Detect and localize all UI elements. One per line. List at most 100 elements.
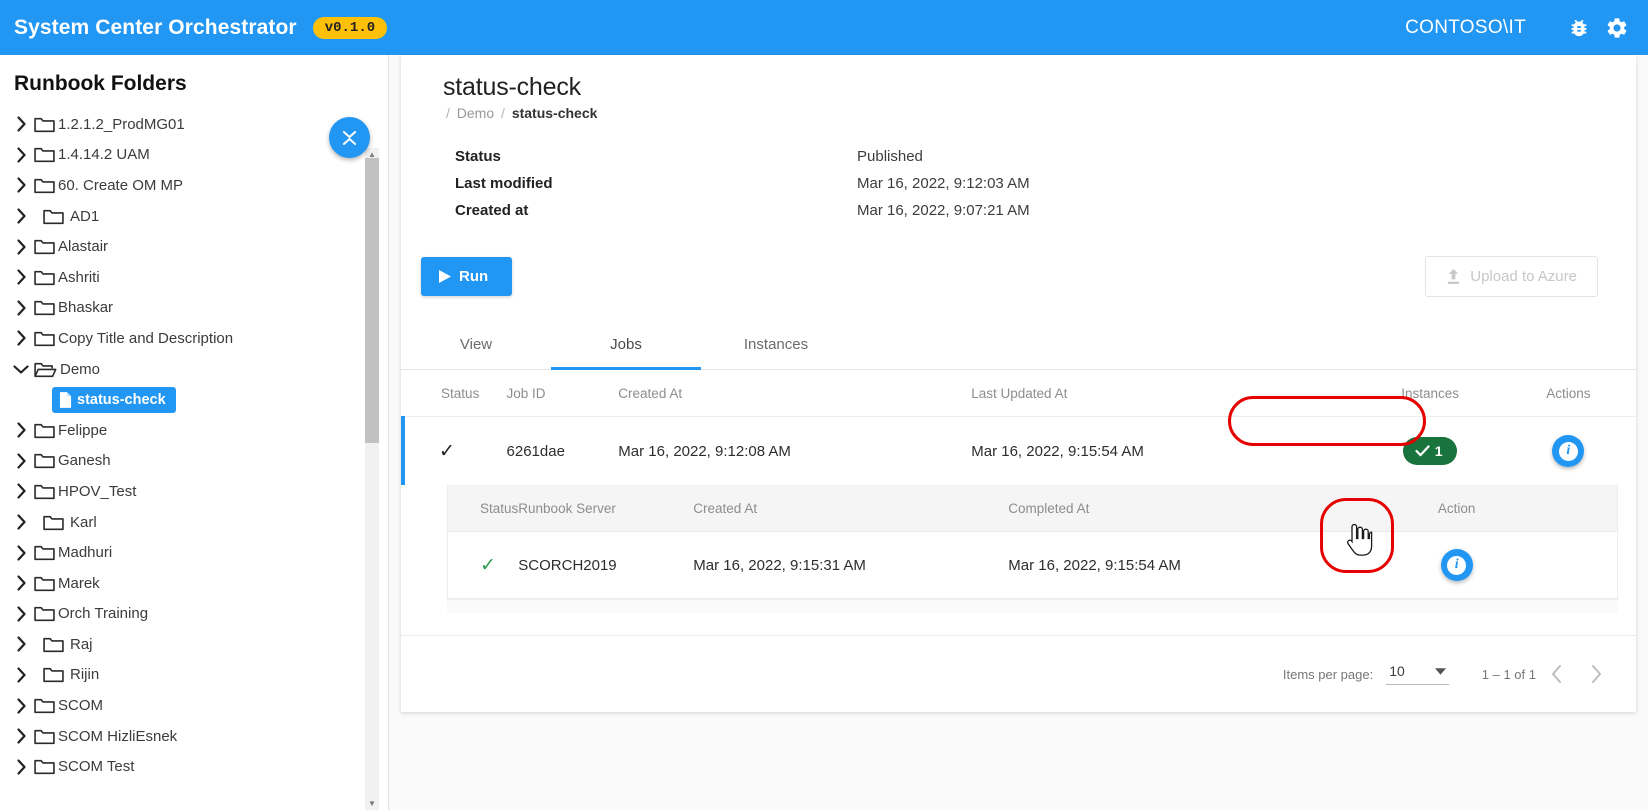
expand-toggle-closed[interactable] [8, 667, 34, 683]
folder-icon [34, 116, 55, 133]
chevron-down-icon [13, 364, 29, 375]
sidebar-item-hpov-test[interactable]: HPOV_Test [0, 476, 372, 507]
chevron-right-icon [16, 177, 27, 193]
upload-to-azure-button[interactable]: Upload to Azure [1425, 256, 1598, 297]
gear-icon[interactable] [1604, 15, 1630, 41]
run-button[interactable]: Run [421, 257, 512, 296]
expand-toggle-closed[interactable] [8, 239, 34, 255]
column-header: Job ID [507, 370, 619, 417]
expand-toggle-closed[interactable] [8, 422, 34, 438]
expand-toggle-closed[interactable] [8, 453, 34, 469]
folder-icon [34, 728, 55, 745]
sidebar-item-demo[interactable]: Demo [0, 354, 372, 385]
table-row[interactable]: ✓ SCORCH2019 Mar 16, 2022, 9:15:31 AM Ma… [448, 532, 1618, 599]
folder-open-icon [34, 361, 57, 378]
chevron-right-icon [16, 147, 27, 163]
folder-icon [34, 238, 55, 255]
metadata-key: Status [455, 148, 857, 165]
chevron-right-icon [16, 545, 27, 561]
sidebar-item-status-check[interactable]: status-check [0, 384, 372, 415]
previous-page-button[interactable] [1536, 654, 1576, 694]
sidebar-item-ashriti[interactable]: Ashriti [0, 262, 372, 293]
column-header: Created At [693, 486, 1008, 532]
sidebar: Runbook Folders 1.2.1.2_ProdMG011.4.14.2… [0, 55, 389, 810]
expand-toggle-closed[interactable] [8, 208, 34, 224]
expand-toggle-closed[interactable] [8, 575, 34, 591]
sidebar-item-ad1[interactable]: AD1 [0, 201, 372, 232]
expand-toggle-open[interactable] [8, 364, 34, 375]
chevron-right-icon [16, 300, 27, 316]
folder-icon [34, 422, 55, 439]
sidebar-scrollbar-thumb[interactable] [365, 158, 379, 443]
sidebar-item-raj[interactable]: Raj [0, 629, 372, 660]
expand-toggle-closed[interactable] [8, 514, 34, 530]
instances-count-badge[interactable]: 1 [1403, 437, 1458, 465]
instance-completed-at-cell: Mar 16, 2022, 9:15:54 AM [1008, 532, 1338, 599]
metadata-key: Created at [455, 202, 857, 219]
expand-toggle-closed[interactable] [8, 759, 34, 775]
expand-toggle-closed[interactable] [8, 606, 34, 622]
metadata-value: Published [857, 148, 923, 165]
folder-icon [34, 758, 55, 775]
chevron-right-icon [1591, 665, 1602, 683]
items-per-page-select[interactable]: 10 [1386, 663, 1449, 685]
runbook-actions: Run Upload to Azure [401, 256, 1636, 315]
collapse-expand-toggle-button[interactable] [329, 117, 370, 158]
sidebar-scrollbar[interactable]: ▲ ▼ [365, 148, 379, 810]
sidebar-item-ganesh[interactable]: Ganesh [0, 446, 372, 477]
chevron-down-icon [1435, 668, 1446, 675]
folder-icon [34, 146, 55, 163]
sidebar-item-marek[interactable]: Marek [0, 568, 372, 599]
folder-icon [34, 483, 55, 500]
expand-toggle-closed[interactable] [8, 330, 34, 346]
expand-toggle-closed[interactable] [8, 147, 34, 163]
bug-icon[interactable] [1566, 15, 1592, 41]
runbook-folder-tree[interactable]: 1.2.1.2_ProdMG011.4.14.2 UAM60. Create O… [0, 109, 372, 810]
sidebar-item-felippe[interactable]: Felippe [0, 415, 372, 446]
expand-toggle-closed[interactable] [8, 269, 34, 285]
folder-icon [34, 697, 55, 714]
sidebar-item-1-2-1-2-prodmg01[interactable]: 1.2.1.2_ProdMG01 [0, 109, 372, 140]
status-check-icon: ✓ [480, 555, 496, 576]
sidebar-item-60-create-om-mp[interactable]: 60. Create OM MP [0, 170, 372, 201]
detail-tabs[interactable]: ViewJobsInstances [401, 321, 1636, 370]
expand-toggle-closed[interactable] [8, 698, 34, 714]
folder-icon [34, 544, 55, 561]
instance-info-button[interactable]: i [1441, 549, 1473, 581]
version-badge: v0.1.0 [313, 17, 387, 39]
sidebar-item-madhuri[interactable]: Madhuri [0, 537, 372, 568]
expand-toggle-closed[interactable] [8, 177, 34, 193]
sidebar-item-alastair[interactable]: Alastair [0, 231, 372, 262]
tab-instances[interactable]: Instances [701, 321, 851, 370]
sidebar-item-karl[interactable]: Karl [0, 507, 372, 538]
sidebar-item-1-4-14-2-uam[interactable]: 1.4.14.2 UAM [0, 140, 372, 171]
folder-icon [34, 697, 55, 714]
runbook-file-chip[interactable]: status-check [52, 387, 176, 413]
scroll-down-arrow-icon[interactable]: ▼ [365, 797, 379, 810]
table-row[interactable]: ✓ 6261dae Mar 16, 2022, 9:12:08 AM Mar 1… [403, 417, 1636, 486]
expand-toggle-closed[interactable] [8, 545, 34, 561]
chevron-right-icon [16, 116, 27, 132]
chevron-right-icon [16, 728, 27, 744]
sidebar-item-orch-training[interactable]: Orch Training [0, 599, 372, 630]
job-info-button[interactable]: i [1552, 435, 1584, 467]
next-page-button[interactable] [1576, 654, 1616, 694]
tab-view[interactable]: View [401, 321, 551, 370]
sidebar-item-scom-hizliesnek[interactable]: SCOM HizliEsnek [0, 721, 372, 752]
breadcrumb-parent[interactable]: Demo [457, 105, 494, 121]
expand-toggle-closed[interactable] [8, 636, 34, 652]
expand-toggle-closed[interactable] [8, 300, 34, 316]
expand-toggle-closed[interactable] [8, 728, 34, 744]
sidebar-item-bhaskar[interactable]: Bhaskar [0, 293, 372, 324]
folder-icon [34, 544, 55, 561]
tab-jobs[interactable]: Jobs [551, 321, 701, 370]
sidebar-item-scom[interactable]: SCOM [0, 690, 372, 721]
sidebar-item-label: SCOM HizliEsnek [58, 728, 177, 745]
sidebar-item-scom-test[interactable]: SCOM Test [0, 751, 372, 782]
sidebar-item-copy-title-and-description[interactable]: Copy Title and Description [0, 323, 372, 354]
expand-toggle-closed[interactable] [8, 483, 34, 499]
sidebar-item-rijin[interactable]: Rijin [0, 660, 372, 691]
chevron-right-icon [16, 208, 27, 224]
folder-icon [43, 514, 64, 531]
expand-toggle-closed[interactable] [8, 116, 34, 132]
